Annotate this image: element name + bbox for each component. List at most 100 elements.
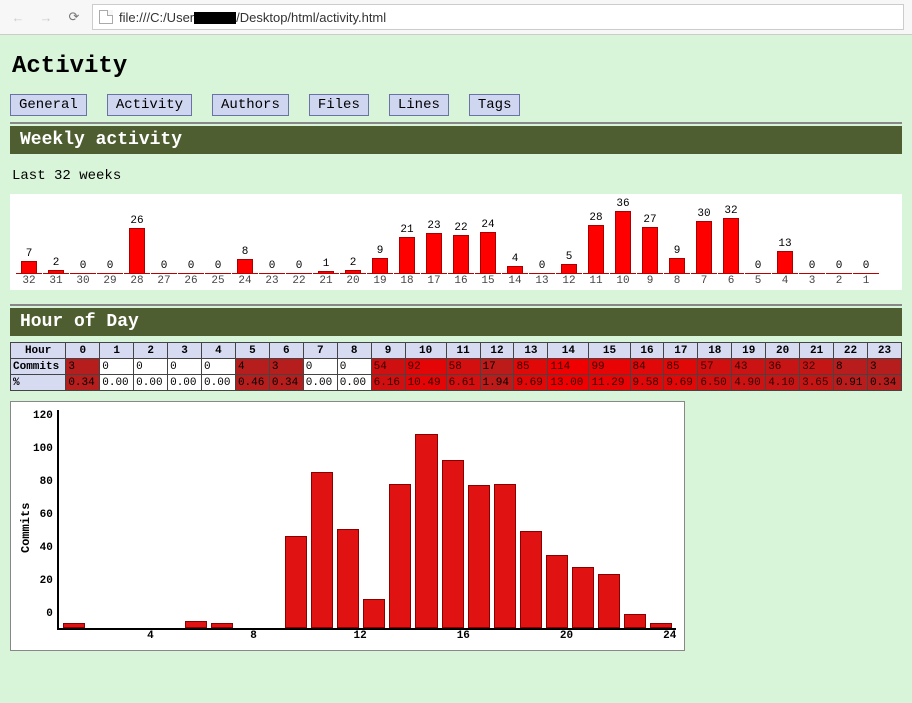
table-col-header: 1 (100, 343, 134, 359)
table-cell: 9.58 (630, 375, 664, 391)
url-bar[interactable]: file:///C:/User/Desktop/html/activity.ht… (92, 4, 904, 30)
chart-y-axis-label: Commits (19, 410, 33, 646)
weekly-bar: 220 (340, 204, 366, 288)
table-col-header: 12 (480, 343, 514, 359)
weekly-bar: 732 (16, 204, 42, 288)
chart-x-tick: 16 (457, 630, 470, 642)
table-col-header: 16 (630, 343, 664, 359)
table-cell: 6.16 (371, 375, 405, 391)
table-col-header: 6 (269, 343, 303, 359)
chart-y-tick: 100 (33, 443, 53, 455)
chart-bar (624, 614, 646, 628)
redacted-segment (194, 12, 236, 24)
tab-general[interactable]: General (10, 94, 87, 116)
table-corner: Hour (11, 343, 66, 359)
table-cell: 3 (269, 359, 303, 375)
forward-button[interactable]: → (36, 7, 56, 27)
table-cell: 4.90 (732, 375, 766, 391)
weekly-bar: 027 (151, 204, 177, 288)
weekly-bar: 023 (259, 204, 285, 288)
weekly-bar: 121 (313, 204, 339, 288)
table-cell: 85 (664, 359, 698, 375)
chart-bar (468, 485, 490, 628)
table-cell: 3 (867, 359, 901, 375)
weekly-bar: 022 (286, 204, 312, 288)
weekly-subtitle: Last 32 weeks (12, 168, 900, 184)
table-cell: 84 (630, 359, 664, 375)
table-cell: 4 (235, 359, 269, 375)
hour-of-day-chart: Commits 120100806040200 4812162024 (10, 401, 685, 651)
section-header-weekly: Weekly activity (10, 126, 902, 154)
chart-x-axis: 4812162024 (57, 630, 676, 646)
table-cell: 0 (303, 359, 337, 375)
table-cell: 32 (800, 359, 834, 375)
tab-files[interactable]: Files (309, 94, 369, 116)
table-cell: 0 (337, 359, 371, 375)
weekly-bar: 326 (718, 204, 744, 288)
table-cell: 1.94 (480, 375, 514, 391)
table-cell: 0.00 (202, 375, 236, 391)
weekly-bar: 134 (772, 204, 798, 288)
table-cell: 58 (446, 359, 480, 375)
tab-tags[interactable]: Tags (469, 94, 521, 116)
table-cell: 3 (66, 359, 100, 375)
table-cell: 0 (134, 359, 168, 375)
table-cell: 9.69 (514, 375, 548, 391)
section-header-hod: Hour of Day (10, 308, 902, 336)
chart-x-tick: 4 (147, 630, 154, 642)
weekly-bar: 279 (637, 204, 663, 288)
chart-x-tick: 8 (250, 630, 257, 642)
table-col-header: 17 (664, 343, 698, 359)
chart-y-tick: 120 (33, 410, 53, 422)
browser-toolbar: ← → ⟳ file:///C:/User/Desktop/html/activ… (0, 0, 912, 35)
table-col-header: 7 (303, 343, 337, 359)
chart-y-tick: 60 (33, 509, 53, 521)
weekly-bar: 2811 (583, 204, 609, 288)
table-cell: 0.34 (269, 375, 303, 391)
chart-bar (415, 434, 437, 628)
table-cell: 0.34 (867, 375, 901, 391)
weekly-bar: 824 (232, 204, 258, 288)
weekly-bar: 3610 (610, 204, 636, 288)
back-button[interactable]: ← (8, 7, 28, 27)
table-col-header: 8 (337, 343, 371, 359)
table-cell: 13.00 (548, 375, 589, 391)
table-cell: 9.69 (664, 375, 698, 391)
divider (10, 304, 902, 306)
chart-bar (311, 472, 333, 628)
table-col-header: 21 (800, 343, 834, 359)
weekly-bar: 02 (826, 204, 852, 288)
table-cell: 6.50 (698, 375, 732, 391)
table-col-header: 11 (446, 343, 480, 359)
weekly-bar: 2118 (394, 204, 420, 288)
table-cell: 0.00 (134, 375, 168, 391)
weekly-bar: 013 (529, 204, 555, 288)
tab-authors[interactable]: Authors (212, 94, 289, 116)
table-col-header: 14 (548, 343, 589, 359)
chart-bar (598, 574, 620, 628)
tab-activity[interactable]: Activity (107, 94, 192, 116)
table-row-header: Commits (11, 359, 66, 375)
chart-bar (63, 623, 85, 628)
chart-bar (285, 536, 307, 628)
weekly-bar: 2628 (124, 204, 150, 288)
table-cell: 6.61 (446, 375, 480, 391)
table-cell: 0.00 (100, 375, 134, 391)
table-col-header: 19 (732, 343, 766, 359)
table-cell: 0.91 (834, 375, 868, 391)
table-cell: 0.00 (337, 375, 371, 391)
reload-button[interactable]: ⟳ (64, 7, 84, 27)
chart-x-tick: 12 (354, 630, 367, 642)
chart-y-axis: 120100806040200 (33, 410, 57, 620)
chart-y-tick: 40 (33, 542, 53, 554)
weekly-activity-chart: 7322310300292628027026025824023022121220… (10, 194, 902, 290)
table-cell: 114 (548, 359, 589, 375)
weekly-bar: 05 (745, 204, 771, 288)
table-cell: 99 (589, 359, 630, 375)
table-col-header: 13 (514, 343, 548, 359)
tab-lines[interactable]: Lines (389, 94, 449, 116)
table-cell: 0 (100, 359, 134, 375)
weekly-bar: 01 (853, 204, 879, 288)
table-col-header: 2 (134, 343, 168, 359)
weekly-bar: 307 (691, 204, 717, 288)
